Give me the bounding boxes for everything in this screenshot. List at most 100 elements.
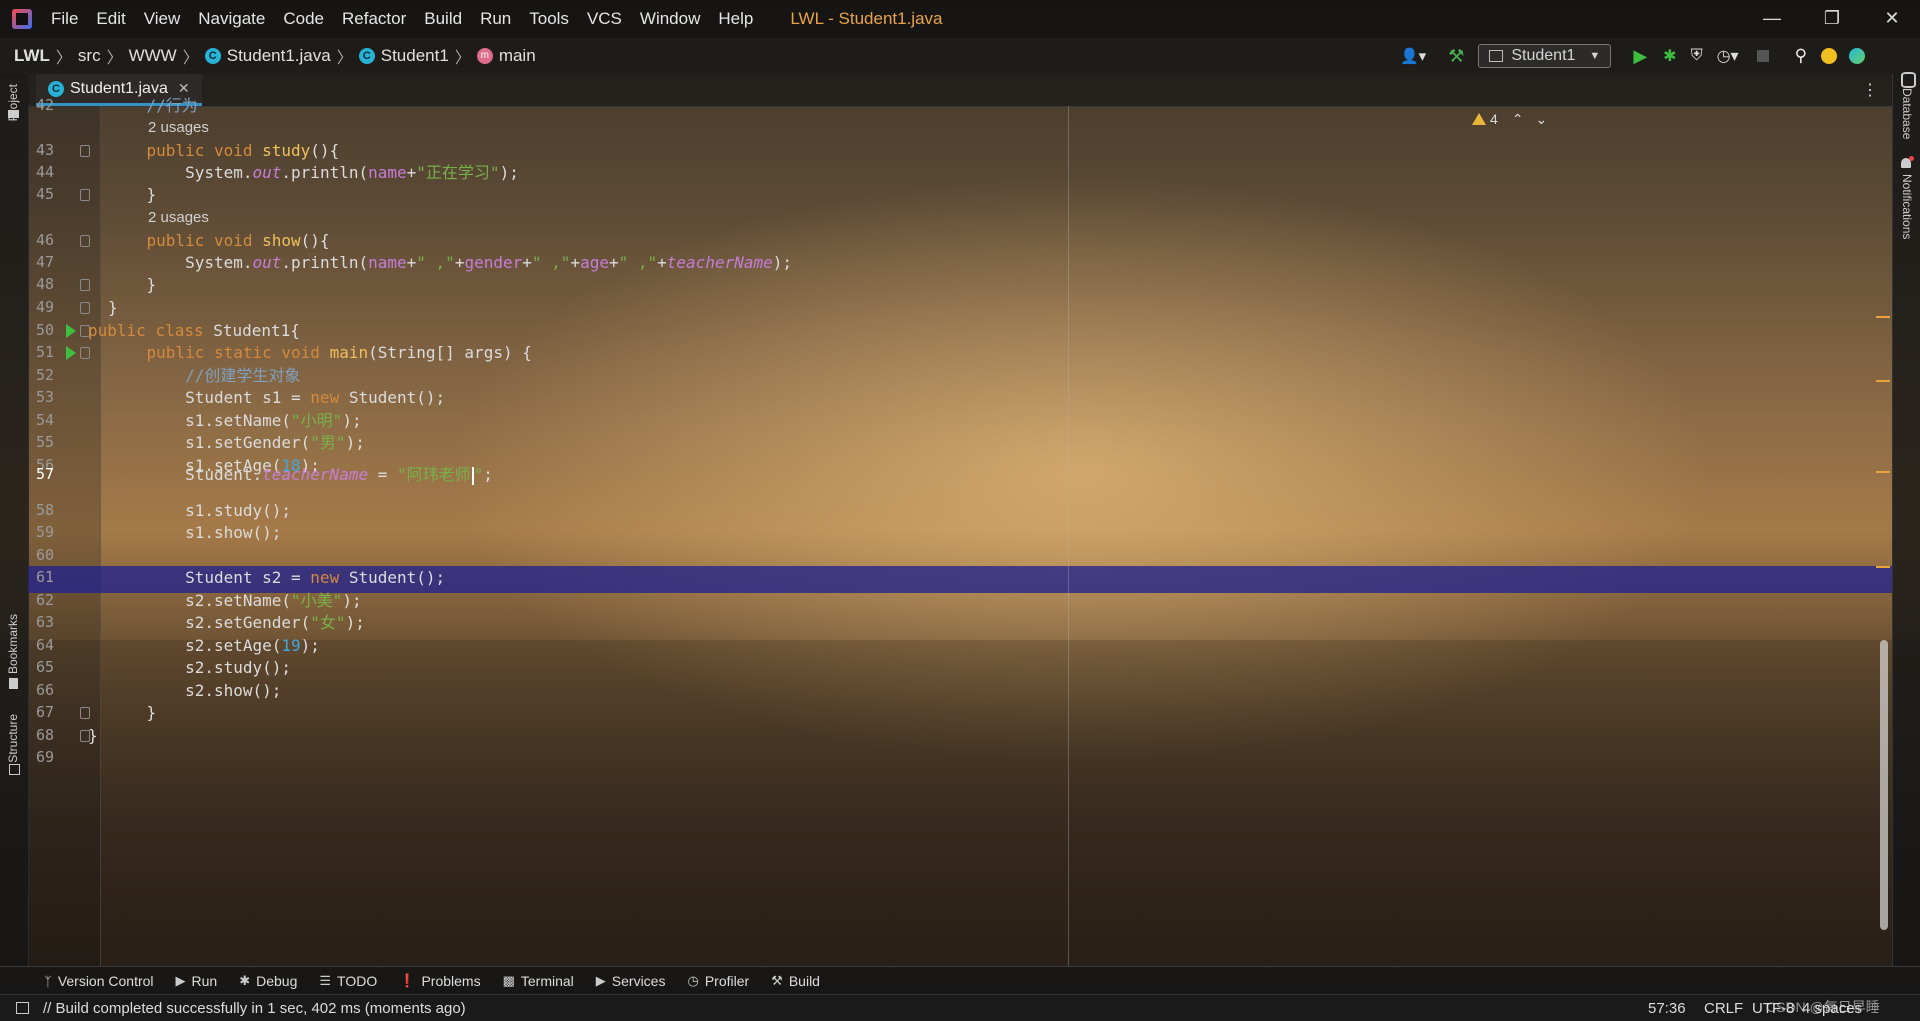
class-icon: C	[358, 48, 375, 64]
debug-tool[interactable]: ✱ Debug	[239, 973, 297, 989]
bug-icon: ✱	[239, 973, 251, 988]
breadcrumb-class[interactable]: C Student1	[358, 46, 449, 66]
coverage-icon[interactable]: ⛨	[1691, 47, 1703, 65]
profiler-tool-label: Profiler	[704, 973, 750, 989]
chevron-up-icon[interactable]: ⌃	[1512, 111, 1524, 128]
run-config-label: Student1	[1511, 47, 1576, 64]
fold-icon[interactable]	[80, 235, 90, 247]
fold-icon[interactable]	[80, 347, 90, 359]
chevron-down-icon[interactable]: ⌄	[1536, 111, 1548, 128]
breadcrumb: LWL 〉 src 〉 WWW 〉 C Student1.java 〉 C Stud…	[14, 44, 536, 68]
layout-toggle-icon[interactable]	[16, 1002, 29, 1014]
services-tool[interactable]: ▶ Services	[596, 973, 666, 989]
breadcrumb-src[interactable]: src	[78, 46, 101, 66]
terminal-tool[interactable]: ▩ Terminal	[503, 973, 574, 989]
warning-icon	[1472, 113, 1486, 125]
line-separator[interactable]: CRLF	[1704, 1000, 1743, 1017]
problems-tool-label: Problems	[421, 973, 481, 989]
fold-icon[interactable]	[80, 707, 90, 719]
right-tool-strip: Database Notifications	[1892, 72, 1920, 966]
code-line-current: 57 Student.teacherName = "阿玮老师 ";	[28, 461, 1888, 489]
notifications-tool-button[interactable]: Notifications	[1900, 174, 1914, 239]
menu-run[interactable]: Run	[471, 9, 520, 29]
line-number: 69	[35, 748, 54, 766]
minimize-button[interactable]: —	[1744, 0, 1800, 38]
version-control-tool[interactable]: ᛉ Version Control	[44, 973, 154, 989]
menu-view[interactable]: View	[135, 9, 190, 29]
debug-tool-label: Debug	[256, 973, 298, 989]
menu-build[interactable]: Build	[415, 9, 471, 29]
database-tool-label: Database	[1900, 88, 1914, 140]
tool-window-bar: ᛉ Version Control ▶ Run ✱ Debug ☰ TODO ❗ Prob…	[0, 966, 1920, 995]
breadcrumb-file-label: Student1.java	[226, 46, 331, 65]
navigation-bar: LWL 〉 src 〉 WWW 〉 C Student1.java 〉 C Stud…	[0, 38, 1920, 75]
error-stripe-marker[interactable]	[1876, 471, 1890, 473]
info-circle-icon: ❗	[399, 973, 416, 988]
build-tool[interactable]: ⚒ Build	[771, 973, 820, 989]
search-icon[interactable]: ⚲	[1795, 46, 1807, 66]
menu-file[interactable]: File	[42, 9, 87, 29]
breadcrumb-file[interactable]: C Student1.java	[204, 46, 331, 66]
run-gutter-icon[interactable]	[66, 324, 76, 338]
stop-icon[interactable]	[1756, 50, 1769, 62]
debug-icon[interactable]: ✱	[1663, 46, 1676, 66]
database-tool-button[interactable]: Database	[1900, 88, 1914, 139]
menu-refactor[interactable]: Refactor	[333, 9, 415, 29]
run-gutter-icon[interactable]	[66, 346, 76, 360]
error-stripe-marker[interactable]	[1876, 380, 1890, 382]
run-icon[interactable]: ▶	[1633, 46, 1647, 67]
fold-icon[interactable]	[80, 145, 90, 157]
menu-tools[interactable]: Tools	[520, 9, 578, 29]
profiler-icon[interactable]: ◷▾	[1717, 46, 1739, 66]
status-message[interactable]: // Build completed successfully in 1 sec…	[43, 1000, 466, 1017]
code-line: 69	[28, 744, 1888, 772]
warning-count: 4	[1490, 111, 1498, 127]
hammer-build-icon[interactable]: ⚒	[1448, 46, 1464, 67]
error-stripe-marker[interactable]	[1876, 566, 1890, 568]
fold-icon[interactable]	[80, 302, 90, 314]
bookmarks-tool-label: Bookmarks	[6, 614, 20, 675]
notification-dot-icon	[1909, 156, 1914, 161]
menu-help[interactable]: Help	[709, 9, 762, 29]
problems-tool[interactable]: ❗ Problems	[399, 973, 480, 989]
vertical-scrollbar[interactable]	[1880, 640, 1888, 930]
menu-vcs[interactable]: VCS	[578, 9, 631, 29]
menu-bar: File Edit View Navigate Code Refactor Bu…	[42, 9, 762, 29]
chevron-right-icon: 〉	[454, 50, 471, 67]
error-stripe-marker[interactable]	[1876, 316, 1890, 318]
bookmarks-tool-button[interactable]: Bookmarks	[6, 614, 20, 674]
inspection-widget[interactable]: 4 ⌃ ⌄	[1472, 108, 1547, 130]
ide-logo-icon[interactable]	[1849, 48, 1866, 64]
method-icon: m	[476, 48, 493, 64]
list-icon: ☰	[319, 973, 332, 988]
close-window-button[interactable]: ✕	[1864, 0, 1920, 38]
code-editor[interactable]: 42 //行为 2 usages 43 public void study(){…	[28, 96, 1892, 966]
breadcrumb-method[interactable]: m main	[476, 46, 536, 66]
menu-edit[interactable]: Edit	[87, 9, 134, 29]
chevron-right-icon: 〉	[106, 50, 123, 67]
structure-tool-label: Structure	[6, 714, 20, 763]
breadcrumb-project[interactable]: LWL	[14, 46, 50, 66]
menu-code[interactable]: Code	[274, 9, 333, 29]
caret-position[interactable]: 57:36	[1648, 1000, 1686, 1017]
structure-tool-button[interactable]: Structure	[6, 714, 20, 763]
structure-icon	[9, 764, 20, 775]
profiler-tool[interactable]: ◷ Profiler	[687, 973, 749, 989]
run-config-select[interactable]: Student1 ▼	[1478, 44, 1612, 68]
title-bar: File Edit View Navigate Code Refactor Bu…	[0, 0, 1920, 38]
bookmark-icon	[9, 678, 18, 689]
breadcrumb-package[interactable]: WWW	[129, 46, 177, 66]
fold-icon[interactable]	[80, 189, 90, 201]
todo-tool[interactable]: ☰ TODO	[319, 973, 377, 989]
user-icon[interactable]: 👤▾	[1400, 47, 1426, 65]
chevron-down-icon: ▼	[1589, 50, 1601, 62]
run-tool[interactable]: ▶ Run	[176, 973, 218, 989]
branch-icon: ᛉ	[44, 973, 52, 989]
app-config-icon	[1489, 50, 1504, 62]
menu-navigate[interactable]: Navigate	[189, 9, 274, 29]
fold-icon[interactable]	[80, 279, 90, 291]
restore-button[interactable]: ❐	[1804, 0, 1860, 38]
app-logo-icon[interactable]	[12, 9, 32, 29]
updates-icon[interactable]	[1821, 48, 1838, 64]
menu-window[interactable]: Window	[631, 9, 709, 29]
